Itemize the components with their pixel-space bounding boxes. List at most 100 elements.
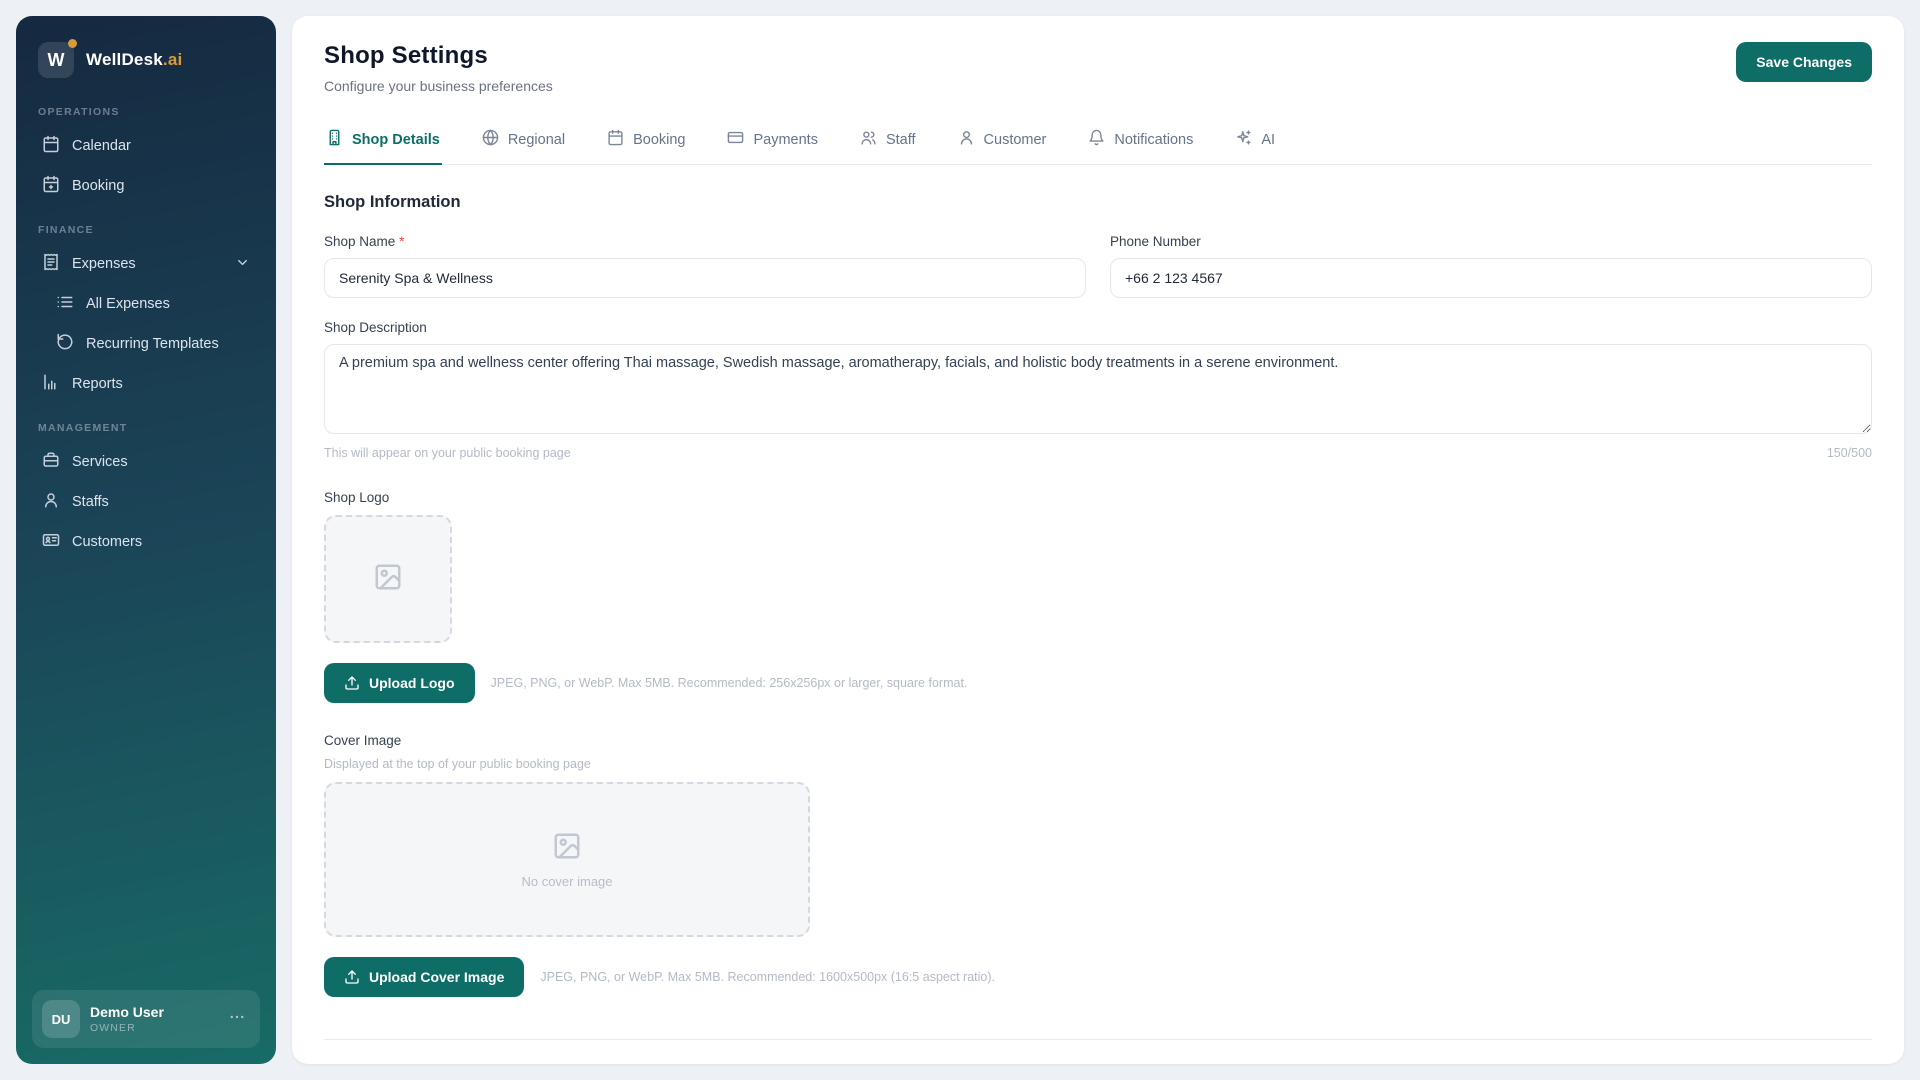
- logo-placeholder[interactable]: [324, 515, 452, 643]
- cover-image-block: Cover Image Displayed at the top of your…: [324, 733, 1872, 997]
- tab-label: Staff: [885, 131, 916, 148]
- globe-icon: [482, 129, 499, 150]
- brand-logo: W: [38, 39, 77, 78]
- sidebar-item-label: Reports: [72, 376, 123, 392]
- tab-regional[interactable]: Regional: [480, 118, 567, 165]
- sidebar-item-all-expenses[interactable]: All Expenses: [32, 284, 260, 324]
- shop-name-input[interactable]: [324, 258, 1086, 298]
- name-phone-row: Shop Name * Phone Number: [324, 234, 1872, 298]
- description-helper-row: This will appear on your public booking …: [324, 446, 1872, 460]
- sidebar-item-label: Booking: [72, 178, 125, 194]
- section-title-shop-information: Shop Information: [324, 193, 461, 211]
- required-asterisk: *: [399, 234, 405, 249]
- upload-cover-label: Upload Cover Image: [369, 969, 505, 985]
- no-cover-text: No cover image: [521, 873, 613, 889]
- tab-label: Booking: [633, 131, 686, 148]
- upload-icon: [344, 969, 360, 985]
- receipt-icon: [42, 253, 60, 275]
- image-icon: [552, 831, 582, 866]
- sidebar-item-expenses[interactable]: Expenses: [32, 244, 260, 284]
- sidebar-section-management: MANAGEMENT: [38, 422, 128, 434]
- tab-label: Payments: [753, 131, 818, 148]
- tab-label: Regional: [507, 131, 566, 148]
- shop-logo-block: Shop Logo Upload Logo JPEG, PNG, or WebP…: [324, 490, 1872, 703]
- sidebar-item-label: All Expenses: [86, 296, 170, 312]
- upload-logo-button[interactable]: Upload Logo: [324, 663, 475, 703]
- description-helper-text: This will appear on your public booking …: [324, 446, 571, 460]
- sidebar-item-services[interactable]: Services: [32, 442, 260, 482]
- upload-cover-button[interactable]: Upload Cover Image: [324, 957, 525, 997]
- tab-booking[interactable]: Booking: [605, 118, 687, 165]
- sparkles-icon: [1235, 129, 1252, 150]
- brand-logo-letter: W: [47, 49, 65, 70]
- phone-number-input[interactable]: [1110, 258, 1872, 298]
- sidebar-item-label: Customers: [72, 534, 143, 550]
- sidebar-section-operations: OPERATIONS: [38, 106, 120, 118]
- calendar-icon: [607, 129, 624, 150]
- user-icon: [42, 491, 60, 513]
- tab-payments[interactable]: Payments: [725, 118, 819, 165]
- rotate-ccw-icon: [56, 333, 74, 355]
- sidebar-item-customers[interactable]: Customers: [32, 522, 260, 562]
- page-header: Shop Settings Configure your business pr…: [324, 42, 1872, 94]
- building-icon: [326, 129, 343, 150]
- sidebar: W WellDesk.ai OPERATIONS Calendar Bookin…: [16, 16, 276, 1064]
- user-role: OWNER: [90, 1022, 136, 1034]
- ellipsis-icon[interactable]: [224, 1004, 250, 1034]
- cover-image-label: Cover Image: [324, 733, 402, 748]
- bell-icon: [1088, 129, 1105, 150]
- tab-notifications[interactable]: Notifications: [1086, 118, 1195, 165]
- sidebar-item-calendar[interactable]: Calendar: [32, 126, 260, 166]
- user-icon: [958, 129, 975, 150]
- user-card[interactable]: DU Demo User OWNER: [32, 990, 260, 1048]
- calendar-icon: [42, 135, 60, 157]
- cover-upload-row: Upload Cover Image JPEG, PNG, or WebP. M…: [324, 957, 1872, 997]
- image-icon: [373, 562, 403, 597]
- sidebar-section-finance: FINANCE: [38, 224, 94, 236]
- user-meta: Demo User OWNER: [90, 1004, 164, 1034]
- cover-image-sublabel: Displayed at the top of your public book…: [324, 757, 591, 771]
- tab-shop-details[interactable]: Shop Details: [324, 118, 442, 165]
- shop-logo-label: Shop Logo: [324, 490, 390, 505]
- cover-placeholder[interactable]: No cover image: [324, 782, 810, 937]
- description-field: Shop Description A premium spa and welln…: [324, 320, 1872, 460]
- shop-description-label: Shop Description: [324, 320, 427, 335]
- upload-icon: [344, 675, 360, 691]
- phone-number-label: Phone Number: [1110, 234, 1201, 249]
- brand-logo-dot: [68, 39, 77, 48]
- sidebar-item-recurring-templates[interactable]: Recurring Templates: [32, 324, 260, 364]
- shop-name-label: Shop Name *: [324, 234, 405, 249]
- tab-ai[interactable]: AI: [1233, 118, 1277, 165]
- sidebar-item-label: Recurring Templates: [86, 336, 219, 352]
- avatar: DU: [42, 1000, 80, 1038]
- sidebar-item-staffs[interactable]: Staffs: [32, 482, 260, 522]
- sidebar-item-reports[interactable]: Reports: [32, 364, 260, 404]
- logo-upload-row: Upload Logo JPEG, PNG, or WebP. Max 5MB.…: [324, 663, 1872, 703]
- users-icon: [860, 129, 877, 150]
- page-subtitle: Configure your business preferences: [324, 78, 553, 94]
- upload-logo-label: Upload Logo: [369, 675, 455, 691]
- sidebar-item-booking[interactable]: Booking: [32, 166, 260, 206]
- character-counter: 150/500: [1826, 446, 1872, 460]
- sidebar-item-label: Services: [72, 454, 128, 470]
- tab-label: Customer: [983, 131, 1047, 148]
- main-panel: Shop Settings Configure your business pr…: [292, 16, 1904, 1064]
- tab-label: Shop Details: [352, 131, 440, 148]
- tab-label: Notifications: [1114, 131, 1194, 148]
- tab-bar: Shop Details Regional Booking Payments S…: [324, 118, 1872, 165]
- briefcase-icon: [42, 451, 60, 473]
- save-changes-button[interactable]: Save Changes: [1736, 42, 1872, 82]
- chevron-down-icon[interactable]: [235, 255, 250, 274]
- list-icon: [56, 293, 74, 315]
- sidebar-item-label: Expenses: [72, 256, 136, 272]
- brand-suffix: .ai: [162, 50, 183, 69]
- tab-customer[interactable]: Customer: [956, 118, 1049, 165]
- bar-chart-icon: [42, 373, 60, 395]
- brand: W WellDesk.ai: [32, 38, 260, 88]
- brand-name: WellDesk.ai: [86, 50, 183, 69]
- tab-staff[interactable]: Staff: [858, 118, 918, 165]
- sidebar-item-label: Staffs: [72, 494, 109, 510]
- shop-description-textarea[interactable]: A premium spa and wellness center offeri…: [324, 344, 1872, 434]
- tab-label: AI: [1261, 131, 1276, 148]
